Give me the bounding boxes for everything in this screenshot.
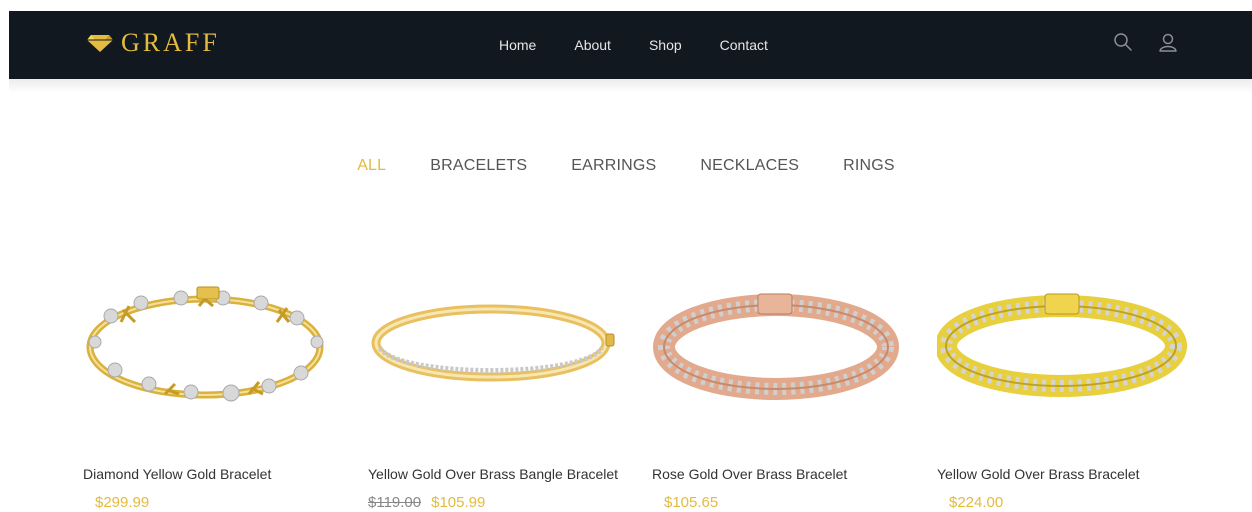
product-image[interactable] bbox=[368, 270, 628, 420]
category-filter-bar: ALL BRACELETS EARRINGS NECKLACES RINGS bbox=[0, 155, 1252, 177]
product-price: $105.65 bbox=[664, 494, 719, 511]
nav-link-contact[interactable]: Contact bbox=[720, 37, 768, 53]
product-image[interactable] bbox=[83, 270, 343, 420]
nav-link-about[interactable]: About bbox=[574, 37, 611, 53]
filter-earrings[interactable]: EARRINGS bbox=[571, 157, 656, 175]
filter-bracelets[interactable]: BRACELETS bbox=[430, 157, 527, 175]
product-card[interactable]: Yellow Gold Over Brass Bangle Bracelet $… bbox=[368, 270, 638, 512]
product-name[interactable]: Rose Gold Over Brass Bracelet bbox=[652, 466, 847, 482]
filter-necklaces[interactable]: NECKLACES bbox=[700, 157, 799, 175]
product-name[interactable]: Yellow Gold Over Brass Bangle Bracelet bbox=[368, 466, 618, 482]
brand-name: GRAFF bbox=[121, 28, 220, 57]
product-card[interactable]: Rose Gold Over Brass Bracelet $105.65 bbox=[652, 270, 922, 512]
user-icon[interactable] bbox=[1158, 32, 1178, 52]
brand-logo[interactable]: GRAFF bbox=[87, 28, 220, 58]
product-original-price: $119.00 bbox=[368, 494, 422, 511]
nav-link-shop[interactable]: Shop bbox=[649, 37, 682, 53]
product-price-row: $299.99 bbox=[95, 494, 149, 511]
product-price: $224.00 bbox=[949, 494, 1004, 511]
main-nav: Home About Shop Contact bbox=[499, 11, 768, 79]
product-price: $105.99 bbox=[431, 494, 486, 511]
product-card[interactable]: Diamond Yellow Gold Bracelet $299.99 bbox=[83, 270, 353, 512]
navbar: GRAFF Home About Shop Contact bbox=[9, 11, 1252, 79]
nav-link-home[interactable]: Home bbox=[499, 37, 536, 53]
product-name[interactable]: Diamond Yellow Gold Bracelet bbox=[83, 466, 271, 482]
product-price-row: $105.65 bbox=[664, 494, 718, 511]
product-price-row: $224.00 bbox=[949, 494, 1003, 511]
product-price-row: $119.00 $105.99 bbox=[368, 494, 485, 511]
navbar-shadow bbox=[9, 79, 1252, 93]
product-image[interactable] bbox=[937, 270, 1197, 420]
search-icon[interactable] bbox=[1113, 32, 1133, 52]
filter-rings[interactable]: RINGS bbox=[843, 157, 895, 175]
product-image[interactable] bbox=[652, 270, 912, 420]
diamond-logo-icon bbox=[87, 35, 113, 52]
product-name[interactable]: Yellow Gold Over Brass Bracelet bbox=[937, 466, 1140, 482]
product-card[interactable]: Yellow Gold Over Brass Bracelet $224.00 bbox=[937, 270, 1207, 512]
product-price: $299.99 bbox=[95, 494, 150, 511]
filter-all[interactable]: ALL bbox=[357, 157, 386, 175]
